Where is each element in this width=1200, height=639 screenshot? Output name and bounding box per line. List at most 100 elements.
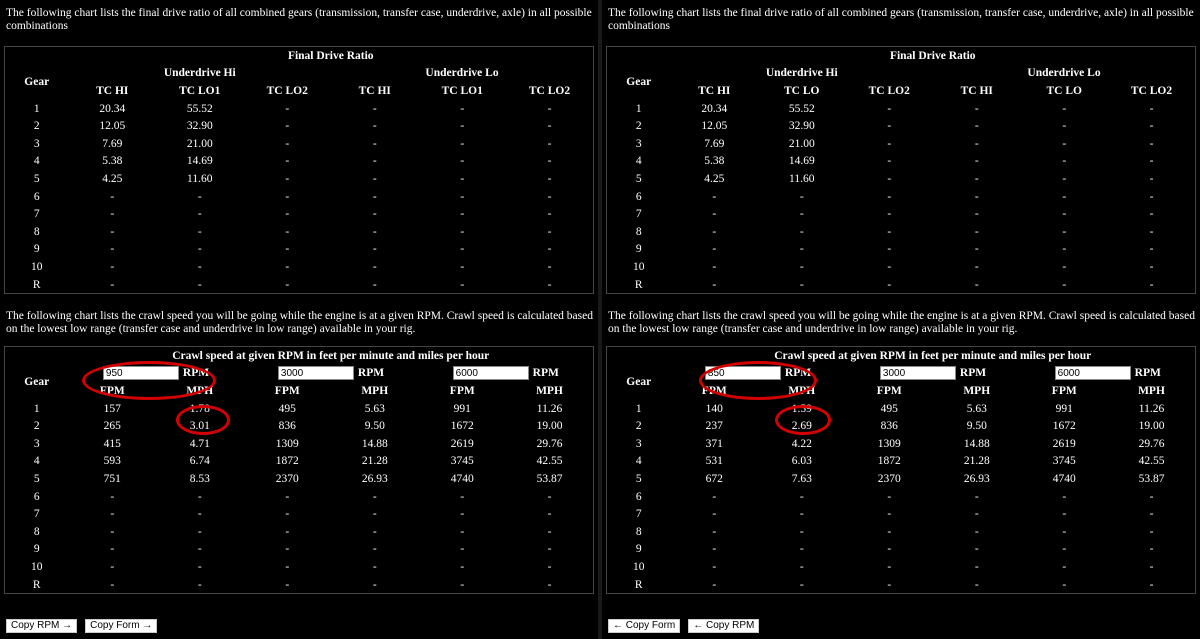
ratio-cell: - (1062, 278, 1067, 291)
table-row: 7 - - - - - - (5, 205, 594, 223)
fpm-cell: 1672 (450, 420, 474, 433)
ratio-cell: - (974, 102, 979, 115)
ratio-cell: 21.00 (788, 137, 815, 150)
ratio-cell: - (1149, 120, 1154, 133)
ratio-cell: - (547, 155, 552, 168)
table-row: 9 - - - - - - (607, 541, 1196, 559)
mph-cell: - (547, 490, 552, 503)
mph-cell: 21.28 (361, 455, 388, 468)
ratio-cell: - (974, 225, 979, 238)
fpm-cell: - (712, 560, 717, 573)
copy-form-button[interactable]: ← Copy Form (608, 619, 681, 633)
ratio-cell: 55.52 (788, 102, 815, 115)
rpm-label: RPM (1134, 367, 1161, 380)
rpm-input[interactable] (102, 366, 179, 381)
ratio-cell: - (799, 260, 804, 273)
ratio-cell: 14.69 (186, 155, 213, 168)
fpm-cell: 2619 (1052, 437, 1076, 450)
table-row: R------ (5, 276, 594, 294)
copy-rpm-button[interactable]: Copy RPM → (6, 619, 78, 633)
gear-label: 6 (635, 490, 642, 503)
ratio-cell: - (372, 137, 377, 150)
fpm-cell: 415 (103, 437, 121, 450)
fpm-cell: - (712, 543, 717, 556)
fpm-cell: 4740 (1052, 472, 1076, 485)
ratio-cell: - (547, 190, 552, 203)
gear-label: 2 (33, 120, 40, 133)
mph-cell: 6.03 (791, 455, 812, 468)
rpm-group: RPM (671, 365, 846, 383)
gear-label: 10 (31, 260, 43, 273)
ratio-cell: - (887, 102, 892, 115)
ratio-cell: - (547, 208, 552, 221)
ratio-cell: - (712, 260, 717, 273)
ratio-cell: - (887, 243, 892, 256)
fpm-cell: - (285, 508, 290, 521)
ratio-cell: - (1149, 172, 1154, 185)
ratio-cell: - (1149, 243, 1154, 256)
ratio-cell: 5.38 (704, 155, 725, 168)
gear-label: 9 (635, 543, 642, 556)
ratio-cell: - (887, 260, 892, 273)
ratio-cell: - (887, 172, 892, 185)
ratio-cell: - (372, 120, 377, 133)
fpm-cell: 2619 (450, 437, 474, 450)
gear-label: 8 (635, 525, 642, 538)
fpm-column-header: FPM (701, 384, 727, 397)
gear-label: 9 (635, 243, 642, 256)
final-drive-ratio-table: Final Drive Ratio Gear Underdrive Hi Underd… (606, 46, 1196, 295)
crawl-speed-title: Crawl speed at given RPM in feet per min… (774, 349, 1092, 362)
mph-column-header: MPH (361, 384, 389, 397)
table-row: 5 751 8.53 2370 26.93 4740 53.87 (5, 470, 594, 488)
ratio-cell: - (197, 278, 202, 291)
mph-cell: 5.63 (966, 402, 987, 415)
ratio-cell: - (285, 120, 290, 133)
fpm-cell: - (1062, 525, 1067, 538)
copy-rpm-button[interactable]: ← Copy RPM (688, 619, 760, 633)
mph-cell: - (974, 560, 979, 573)
rpm-label: RPM (784, 367, 812, 380)
gear-label: 3 (33, 437, 40, 450)
table-row: 6 - - - - - - (607, 488, 1196, 506)
ratio-cell: - (1149, 225, 1154, 238)
fpm-cell: 495 (880, 402, 898, 415)
gear-label: 9 (33, 543, 40, 556)
mph-cell: 3.01 (189, 420, 210, 433)
rpm-input[interactable] (452, 366, 529, 381)
table-row: 2 12.05 32.90 - - - - (5, 117, 594, 135)
table-row: 8 - - - - - - (5, 523, 594, 541)
gear-header: Gear (24, 76, 50, 89)
copy-form-button[interactable]: Copy Form → (85, 619, 158, 633)
mph-cell: 4.22 (791, 437, 812, 450)
gear-label: 3 (635, 437, 642, 450)
fpm-cell: - (110, 578, 115, 591)
crawl-speed-table: Crawl speed at given RPM in feet per min… (606, 346, 1196, 595)
ratio-cell: 20.34 (701, 102, 728, 115)
ratio-cell: - (712, 208, 717, 221)
ratio-cell: - (110, 208, 115, 221)
mph-cell: 2.69 (791, 420, 812, 433)
ratio-cell: - (974, 155, 979, 168)
mph-cell: 26.93 (361, 472, 388, 485)
gear-label: 7 (33, 508, 40, 521)
rpm-input[interactable] (879, 366, 956, 381)
table-row: 7 - - - - - - (5, 505, 594, 523)
table-row: 4 5.38 14.69 - - - - (607, 153, 1196, 171)
ratio-cell: - (1062, 190, 1067, 203)
copy-buttons: Copy RPM → Copy Form → (6, 619, 165, 633)
mph-cell: - (799, 525, 804, 538)
fpm-cell: - (1062, 560, 1067, 573)
ratio-cell: - (887, 120, 892, 133)
gear-label: 5 (635, 472, 642, 485)
fpm-cell: - (887, 578, 892, 591)
mph-cell: 8.53 (189, 472, 210, 485)
fpm-column-header: FPM (876, 384, 902, 397)
rpm-input[interactable] (704, 366, 781, 381)
rpm-input[interactable] (277, 366, 354, 381)
rpm-label: RPM (532, 367, 559, 380)
table-row: 10 - - - - - - (5, 258, 594, 276)
ratio-cell: - (460, 137, 465, 150)
ratio-cell: - (285, 172, 290, 185)
rpm-label: RPM (182, 367, 210, 380)
rpm-input[interactable] (1054, 366, 1131, 381)
